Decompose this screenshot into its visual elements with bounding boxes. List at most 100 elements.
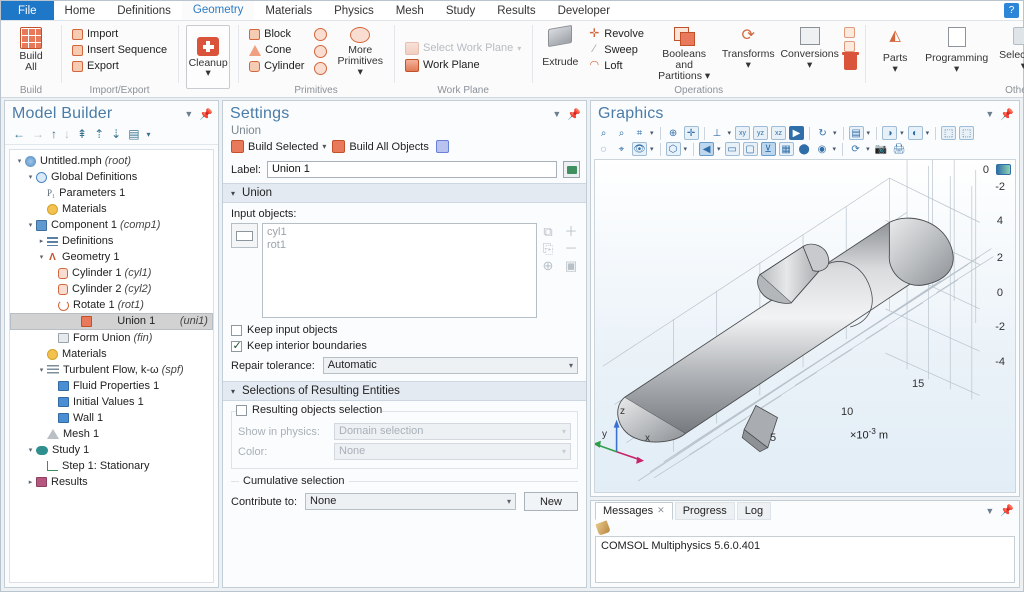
delete-icon[interactable] [842,52,860,70]
go-to-view-icon[interactable]: ⊥ [710,126,725,140]
keep-input-objects-checkbox[interactable] [231,324,242,336]
tree-twisty-icon[interactable]: ▸ [25,478,36,486]
tree-node[interactable]: Form Union (fin) [10,330,213,346]
wireframe-caret-icon[interactable]: ▾ [684,145,688,153]
orthographic-icon[interactable]: ◀ [699,142,715,156]
block-button[interactable]: Block [246,27,307,41]
tree-node[interactable]: Cylinder 2 (cyl2) [10,281,213,297]
build-mesh-icon[interactable] [435,140,449,153]
transparency-caret-icon[interactable]: ▾ [867,129,871,137]
tree-node-selected[interactable]: Union 1 (uni1) [10,313,213,330]
tab-results[interactable]: Results [486,1,546,20]
list-item[interactable]: rot1 [267,239,532,252]
tree-twisty-icon[interactable]: ▸ [36,237,47,245]
lighting-caret-icon[interactable]: ▾ [833,145,837,153]
programming-caret[interactable]: ▾ [954,64,959,75]
union-section-twisty-icon[interactable]: ▾ [231,189,235,198]
resulting-objects-selection-checkbox[interactable] [236,404,247,416]
view-caret-icon[interactable]: ▾ [728,129,732,137]
repair-tolerance-select[interactable]: Automatic ▾ [322,357,578,374]
extrude-button[interactable]: Extrude [540,24,580,68]
tree-twisty-icon[interactable]: ▾ [36,253,47,261]
hide-geometry-icon[interactable]: ◌ [596,142,611,156]
tree-twisty-icon[interactable]: ▾ [25,221,36,229]
copy-icon[interactable]: ⧉ [541,225,555,239]
select-all-icon[interactable]: ⌖ [614,142,629,156]
fit-to-window-icon[interactable]: ✛ [683,126,699,140]
tree-twisty-icon[interactable]: ▾ [25,446,36,454]
tree-node[interactable]: P₁ Parameters 1 [10,185,213,201]
clear-messages-icon[interactable] [595,520,611,536]
conversions-caret[interactable]: ▾ [807,60,812,71]
tree-twisty-icon[interactable]: ▾ [25,173,36,181]
snapshot-icon[interactable]: 📷 [874,142,889,156]
select-box-icon[interactable]: ⬚ [941,126,957,140]
zoom-to-selection-icon[interactable]: ⊕ [541,259,555,273]
parts-button[interactable]: ◭ Parts ▾ [873,25,917,75]
tree-node[interactable]: ▾ Global Definitions [10,169,213,185]
tab-physics[interactable]: Physics [323,1,385,20]
expand-level-icon[interactable]: ⇡ [94,127,104,141]
input-objects-list[interactable]: cyl1 rot1 [262,223,537,318]
zoom-in-icon[interactable]: ⌕ [596,126,611,140]
keep-interior-boundaries-checkbox[interactable] [231,339,242,352]
tree-node[interactable]: Materials [10,201,213,217]
tab-log[interactable]: Log [736,501,772,520]
transforms-caret[interactable]: ▾ [746,60,751,71]
tree-node[interactable]: Fluid Properties 1 [10,378,213,394]
wireframe-icon[interactable]: ⬡ [665,142,681,156]
messages-chevron-down-icon[interactable]: ▼ [985,506,994,516]
reset-rotation-icon[interactable]: ↻ [815,126,830,140]
camera-icon[interactable]: ▶ [789,126,805,140]
expand-all-icon[interactable]: ⇣ [111,127,121,141]
tab-mesh[interactable]: Mesh [385,1,435,20]
mesh-plot-icon[interactable]: ▭ [724,142,740,156]
toolbar-caret-icon[interactable]: ▾ [147,130,151,139]
work-plane-button[interactable]: Work Plane [402,58,524,73]
tab-progress[interactable]: Progress [674,501,735,520]
tree-twisty-icon[interactable]: ▾ [36,366,47,374]
tree-node[interactable]: Initial Values 1 [10,394,213,410]
minus-icon[interactable]: － [564,242,578,256]
tab-developer[interactable]: Developer [547,1,621,20]
label-input[interactable]: Union 1 [266,161,557,178]
grid-table-icon[interactable]: ▦ [778,142,794,156]
new-cumulative-selection-button[interactable]: New [524,492,578,511]
ortho-caret-icon[interactable]: ▾ [717,145,721,153]
selections-section-twisty-icon[interactable]: ▾ [231,387,235,396]
clear-selection-icon[interactable]: ▣ [564,259,578,273]
collapse-all-icon[interactable]: ⇞ [77,127,87,141]
label-toggle-button[interactable] [563,161,580,178]
tree-node[interactable]: Step 1: Stationary [10,458,213,474]
revolve-button[interactable]: ✛ Revolve [585,27,647,41]
tab-definitions[interactable]: Definitions [106,1,182,20]
tab-file[interactable]: File [1,1,54,20]
partition-icon[interactable] [844,41,856,52]
chevron-down-icon[interactable]: ▾ [569,358,573,373]
export-button[interactable]: Export [69,59,170,73]
tab-geometry[interactable]: Geometry [181,1,255,20]
selections-section-header[interactable]: ▾ Selections of Resulting Entities [223,381,586,401]
graphics-chevron-down-icon[interactable]: ▼ [985,109,994,119]
view-hidden-icon[interactable]: 👁 [632,142,647,156]
image-snapshot-icon[interactable]: ◐ [907,126,923,140]
scene-caret-icon[interactable]: ▾ [900,129,904,137]
tree-node[interactable]: Wall 1 [10,410,213,426]
tree-node[interactable]: Cylinder 1 (cyl1) [10,265,213,281]
sweep-button[interactable]: ⁄ Sweep [585,43,647,57]
cleanup-button[interactable]: Cleanup ▾ [186,25,231,89]
show-grid-icon[interactable]: ⊻ [760,142,776,156]
tree-node[interactable]: Rotate 1 (rot1) [10,297,213,313]
plot-data-icon[interactable]: ▢ [742,142,758,156]
selection-list-icon[interactable] [231,223,258,248]
settings-chevron-down-icon[interactable]: ▼ [552,109,561,119]
settings-pin-icon[interactable]: 📌 [567,108,581,121]
select-none-icon[interactable]: ⬚ [959,126,975,140]
conversions-button[interactable]: Conversions ▾ [780,25,839,71]
booleans-partitions-button[interactable]: Booleans and Partitions ▾ [652,25,716,82]
paste-icon[interactable]: ⎘ [541,242,555,256]
contribute-to-select[interactable]: None ▾ [305,493,516,510]
back-arrow-icon[interactable]: ← [13,127,25,141]
zoom-out-icon[interactable]: ⌕ [614,126,629,140]
transforms-button[interactable]: ⟳ Transforms ▾ [721,25,775,71]
